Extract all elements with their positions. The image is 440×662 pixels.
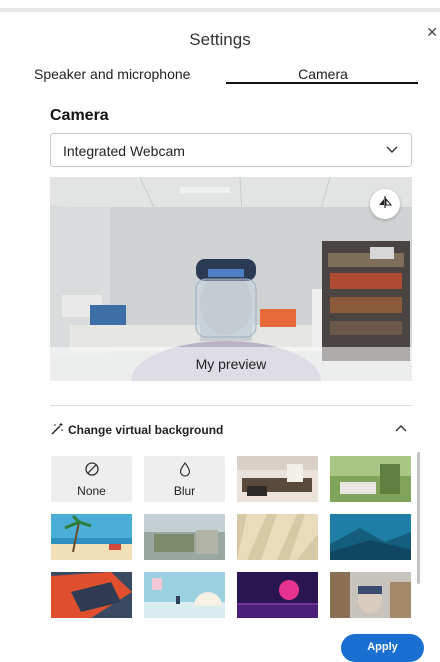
background-none-option[interactable]: None <box>51 456 132 502</box>
camera-device-select[interactable]: Integrated Webcam <box>50 133 412 167</box>
dialog-title: Settings <box>189 30 251 49</box>
background-thumbnail-custom-photo[interactable] <box>330 572 411 618</box>
background-thumbnail-living-room[interactable] <box>237 456 318 502</box>
section-divider <box>50 405 412 406</box>
active-tab-indicator <box>226 82 418 84</box>
background-none-label: None <box>77 484 106 498</box>
camera-section-title: Camera <box>50 107 109 124</box>
background-thumbnail-pastel-room[interactable] <box>144 572 225 618</box>
background-thumbnail-sunlit-wall[interactable] <box>237 514 318 560</box>
close-icon[interactable]: ✕ <box>426 24 438 41</box>
camera-preview: My preview <box>50 177 412 381</box>
chevron-down-icon <box>385 142 399 161</box>
mirror-preview-button[interactable] <box>370 189 400 219</box>
background-blur-option[interactable]: Blur <box>144 456 225 502</box>
background-thumbnail-neon-space[interactable] <box>237 572 318 618</box>
preview-label: My preview <box>50 347 412 381</box>
apply-button[interactable]: Apply <box>341 634 424 662</box>
background-thumbnail-red-shapes[interactable] <box>51 572 132 618</box>
magic-wand-icon <box>50 422 64 441</box>
prohibited-icon <box>51 461 132 482</box>
chevron-up-icon[interactable] <box>394 422 408 441</box>
background-thumbnail-blue-mountains[interactable] <box>330 514 411 560</box>
tab-camera[interactable]: Camera <box>260 66 386 82</box>
tab-speaker-and-microphone[interactable]: Speaker and microphone <box>34 66 190 82</box>
window-top-bar <box>0 8 440 12</box>
background-thumbnail-blurred-office[interactable] <box>144 514 225 560</box>
droplet-icon <box>144 461 225 482</box>
background-blur-label: Blur <box>173 484 196 498</box>
flip-icon <box>378 195 393 214</box>
background-thumbnail-forest-patio[interactable] <box>330 456 411 502</box>
background-thumbnail-beach[interactable] <box>51 514 132 560</box>
scrollbar[interactable] <box>417 452 420 584</box>
camera-device-value: Integrated Webcam <box>63 143 185 159</box>
virtual-background-label: Change virtual background <box>68 423 224 437</box>
virtual-background-header[interactable]: Change virtual background <box>50 421 412 441</box>
